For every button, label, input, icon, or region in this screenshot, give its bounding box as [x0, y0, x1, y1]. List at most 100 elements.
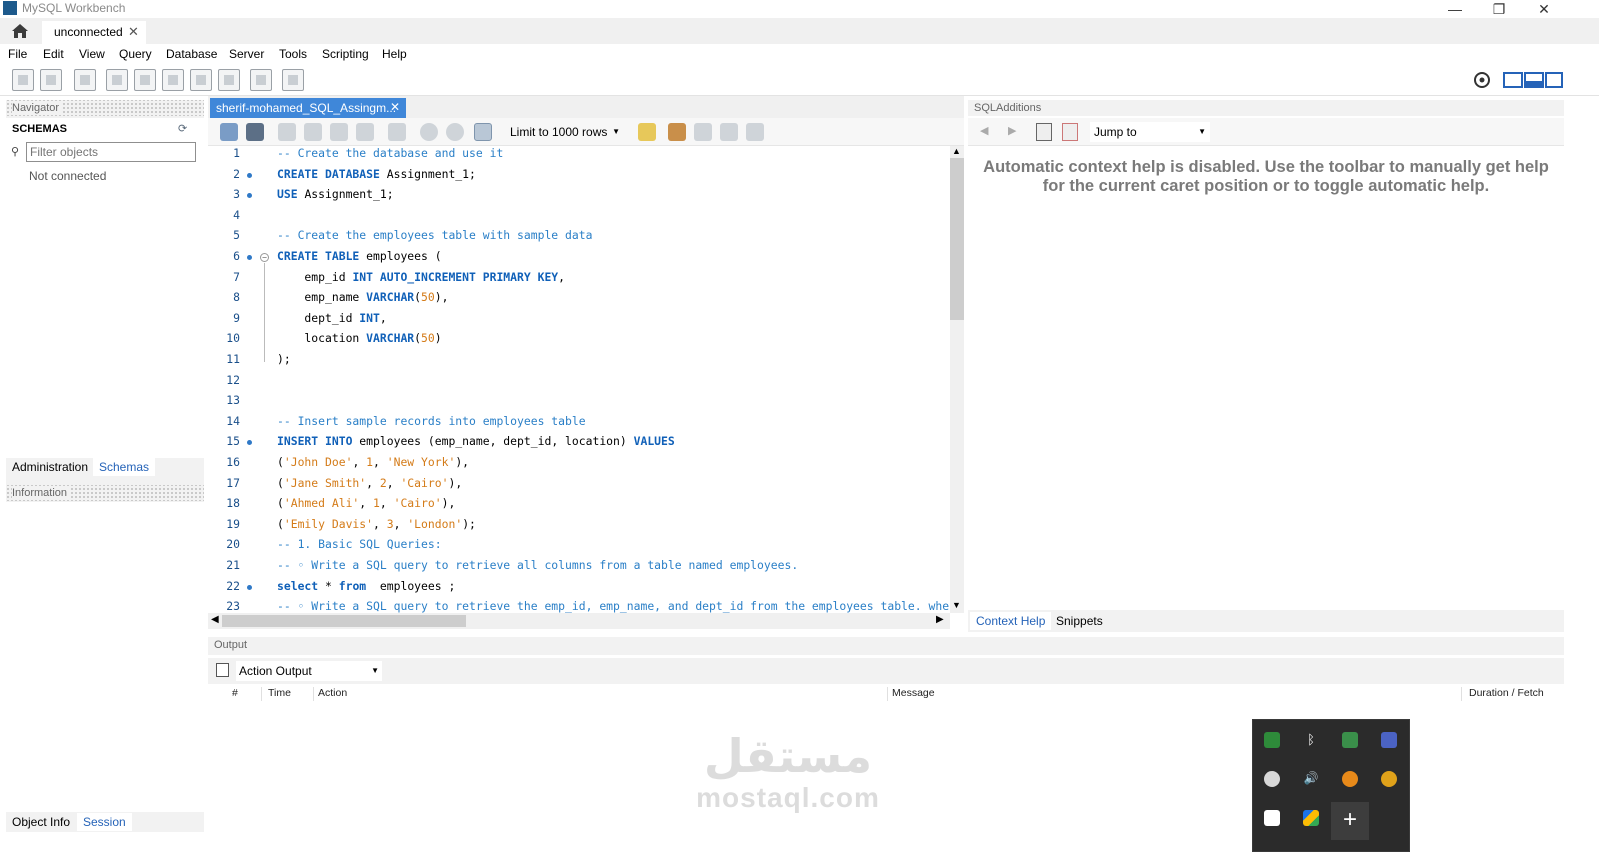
explain-icon[interactable]	[330, 123, 348, 141]
manual-help-icon[interactable]	[1036, 123, 1052, 141]
create-view-icon[interactable]	[162, 69, 184, 91]
col-duration-fetch[interactable]: Duration / Fetch	[1465, 687, 1561, 701]
toggle-output-icon[interactable]	[1524, 72, 1544, 88]
close-editor-tab-icon[interactable]: ✕	[390, 100, 400, 114]
invisible-chars-icon[interactable]	[720, 123, 738, 141]
output-type-select[interactable]: Action Output ▼	[236, 661, 382, 681]
code-line[interactable]: 12	[208, 373, 950, 394]
autocommit-icon[interactable]	[474, 123, 492, 141]
open-file-icon[interactable]	[220, 123, 238, 141]
code-line[interactable]: 23 -- ◦ Write a SQL query to retrieve the…	[208, 599, 950, 613]
create-procedure-icon[interactable]	[190, 69, 212, 91]
execute-icon[interactable]	[278, 123, 296, 141]
save-file-icon[interactable]	[246, 123, 264, 141]
code-line[interactable]: 14 -- Insert sample records into employee…	[208, 414, 950, 435]
reconnect-icon[interactable]	[282, 69, 304, 91]
connection-tab-unconnected[interactable]: unconnected ✕	[42, 21, 146, 44]
tab-context-help[interactable]: Context Help	[970, 612, 1052, 630]
scroll-up-icon[interactable]: ▲	[952, 146, 961, 156]
code-line[interactable]: 9 dept_id INT,	[208, 311, 950, 332]
menu-help[interactable]: Help	[382, 47, 407, 61]
code-line[interactable]: 5 -- Create the employees table with samp…	[208, 228, 950, 249]
filter-objects-input[interactable]	[26, 142, 196, 162]
puzzle-icon[interactable]	[1264, 810, 1280, 826]
sql-editor-tab[interactable]: sherif-mohamed_SQL_Assingm... ✕	[210, 98, 406, 118]
stop-icon[interactable]	[356, 123, 374, 141]
code-line[interactable]: 1 -- Create the database and use it	[208, 146, 950, 167]
create-schema-icon[interactable]	[106, 69, 128, 91]
restore-button[interactable]: ❐	[1476, 0, 1522, 18]
menu-view[interactable]: View	[79, 47, 105, 61]
code-line[interactable]: 7 emp_id INT AUTO_INCREMENT PRIMARY KEY,	[208, 270, 950, 291]
inspector-icon[interactable]	[74, 69, 96, 91]
menu-scripting[interactable]: Scripting	[322, 47, 369, 61]
rollback-icon[interactable]	[446, 123, 464, 141]
code-line[interactable]: 4	[208, 208, 950, 229]
menu-query[interactable]: Query	[119, 47, 152, 61]
code-line[interactable]: 17 ('Jane Smith', 2, 'Cairo'),	[208, 476, 950, 497]
menu-file[interactable]: File	[8, 47, 27, 61]
menu-server[interactable]: Server	[229, 47, 264, 61]
code-line[interactable]: 15 INSERT INTO employees (emp_name, dept_…	[208, 434, 950, 455]
close-window-button[interactable]: ✕	[1521, 0, 1567, 18]
home-tab[interactable]	[0, 18, 40, 44]
mascot-icon[interactable]	[1264, 771, 1280, 787]
code-line[interactable]: 16 ('John Doe', 1, 'New York'),	[208, 455, 950, 476]
menu-edit[interactable]: Edit	[43, 47, 64, 61]
col-time[interactable]: Time	[264, 687, 314, 701]
code-line[interactable]: 3 USE Assignment_1;	[208, 187, 950, 208]
code-line[interactable]: 21 -- ◦ Write a SQL query to retrieve all…	[208, 558, 950, 579]
code-line[interactable]: 11);	[208, 352, 950, 373]
toggle-sidebar-icon[interactable]	[1503, 72, 1523, 88]
settings-gear-icon[interactable]	[1473, 71, 1491, 89]
toggle-auto-help-icon[interactable]	[1062, 123, 1078, 141]
new-sql-tab-icon[interactable]	[12, 69, 34, 91]
tab-session[interactable]: Session	[77, 813, 132, 831]
scroll-right-icon[interactable]: ▶	[936, 614, 944, 625]
editor-vertical-scrollbar[interactable]: ▲ ▼	[950, 146, 964, 613]
open-sql-script-icon[interactable]	[40, 69, 62, 91]
rss-icon[interactable]	[1342, 771, 1358, 787]
teams-icon[interactable]	[1381, 732, 1397, 748]
forward-arrow-icon[interactable]: ▶	[1008, 124, 1016, 137]
create-function-icon[interactable]	[218, 69, 240, 91]
google-drive-icon[interactable]	[1303, 810, 1319, 826]
fold-toggle-icon[interactable]: −	[260, 253, 269, 262]
monitor-icon[interactable]	[1264, 732, 1280, 748]
jump-to-select[interactable]: Jump to ▼	[1090, 122, 1210, 142]
back-arrow-icon[interactable]: ◀	[980, 124, 988, 137]
col-number[interactable]: #	[228, 687, 262, 701]
word-wrap-icon[interactable]	[746, 123, 764, 141]
add-icon[interactable]: +	[1331, 802, 1369, 840]
commit-icon[interactable]	[420, 123, 438, 141]
tab-object-info[interactable]: Object Info	[6, 813, 76, 831]
code-line[interactable]: 2 CREATE DATABASE Assignment_1;	[208, 167, 950, 188]
menu-tools[interactable]: Tools	[279, 47, 307, 61]
close-tab-icon[interactable]: ✕	[128, 24, 139, 40]
toggle-secondary-sidebar-icon[interactable]	[1545, 72, 1563, 88]
search-table-data-icon[interactable]	[250, 69, 272, 91]
minimize-button[interactable]: —	[1432, 0, 1478, 18]
beautify-icon[interactable]	[668, 123, 686, 141]
scrollbar-thumb[interactable]	[950, 158, 964, 320]
code-line[interactable]: 13	[208, 393, 950, 414]
tab-snippets[interactable]: Snippets	[1050, 612, 1109, 630]
add-snippet-icon[interactable]	[638, 123, 656, 141]
find-replace-icon[interactable]	[694, 123, 712, 141]
create-table-icon[interactable]	[134, 69, 156, 91]
scrollbar-thumb[interactable]	[222, 615, 466, 627]
execute-statement-icon[interactable]	[304, 123, 322, 141]
tab-administration[interactable]: Administration	[6, 458, 95, 476]
code-line[interactable]: 10 location VARCHAR(50)	[208, 331, 950, 352]
code-line[interactable]: 6 − CREATE TABLE employees (	[208, 249, 950, 270]
shield-icon[interactable]	[1381, 771, 1397, 787]
speaker-icon[interactable]: 🔊	[1303, 771, 1319, 787]
scroll-down-icon[interactable]: ▼	[952, 600, 961, 610]
refresh-schemas-icon[interactable]: ⟳	[178, 122, 187, 135]
code-line[interactable]: 22 select * from employees ;	[208, 579, 950, 600]
network-drive-icon[interactable]	[1342, 732, 1358, 748]
bluetooth-icon[interactable]: ᛒ	[1303, 732, 1319, 748]
editor-horizontal-scrollbar[interactable]: ◀ ▶	[208, 613, 950, 629]
col-message[interactable]: Message	[888, 687, 1462, 701]
col-action[interactable]: Action	[314, 687, 888, 701]
